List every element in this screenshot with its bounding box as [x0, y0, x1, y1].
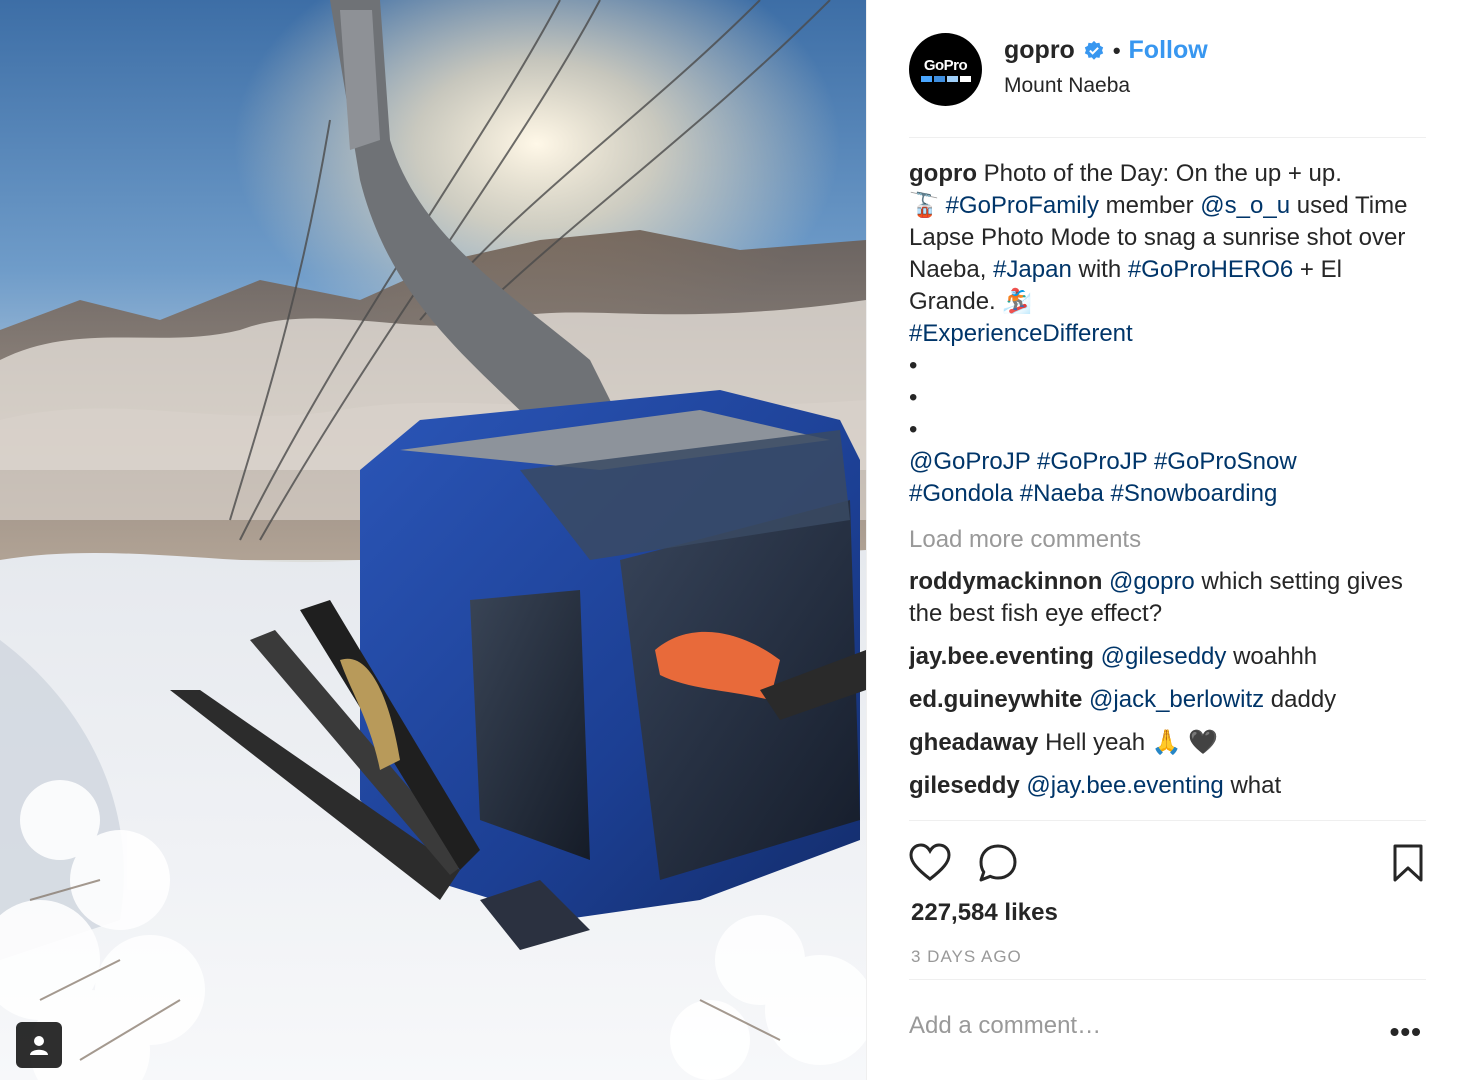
caption-text: with: [1071, 256, 1128, 283]
header-username[interactable]: gopro: [1004, 36, 1075, 65]
header-separator: •: [1112, 37, 1121, 63]
follow-button[interactable]: Follow: [1129, 36, 1208, 65]
snowboarder-emoji: 🏂: [1002, 288, 1033, 315]
person-icon: [30, 1036, 48, 1055]
avatar-logo-bar: [920, 76, 971, 82]
avatar-logo-text: GoPro: [923, 57, 968, 74]
caption: gopro Photo of the Day: On the up + up. …: [909, 158, 1426, 510]
hashtag-link[interactable]: #Snowboarding: [1111, 480, 1278, 507]
comment-item: gileseddy @jay.bee.eventing what: [909, 770, 1426, 802]
verified-badge-icon: [1084, 40, 1103, 60]
comment-username[interactable]: gileseddy: [909, 772, 1020, 799]
location-link[interactable]: Mount Naeba: [1004, 74, 1130, 98]
caption-username[interactable]: gopro: [909, 160, 977, 187]
comment-username[interactable]: ed.guineywhite: [909, 686, 1082, 713]
add-comment-bar: •••: [909, 1000, 1426, 1060]
bullet-line: •: [909, 352, 918, 379]
mention-link[interactable]: @gileseddy: [1101, 643, 1227, 670]
more-options-button[interactable]: •••: [1390, 1016, 1422, 1048]
hashtag-link[interactable]: #Japan: [993, 256, 1072, 283]
comment-item: jay.bee.eventing @gileseddy woahhh: [909, 641, 1426, 673]
hashtag-link[interactable]: #ExperienceDifferent: [909, 320, 1133, 347]
comment-item: gheadaway Hell yeah 🙏 🖤: [909, 727, 1426, 759]
aerial-tramway-emoji: 🚡: [909, 192, 939, 219]
bullet-line: •: [909, 384, 918, 411]
bullet-line: •: [909, 416, 918, 443]
comment-item: ed.guineywhite @jack_berlowitz daddy: [909, 684, 1426, 716]
mention-link[interactable]: @s_o_u: [1200, 192, 1290, 219]
comment-item: roddymackinnon @gopro which setting give…: [909, 566, 1426, 630]
mention-link[interactable]: @gopro: [1109, 568, 1195, 595]
hashtag-link[interactable]: #GoProSnow: [1154, 448, 1297, 475]
comment-username[interactable]: jay.bee.eventing: [909, 643, 1094, 670]
post-timestamp[interactable]: 3 DAYS AGO: [911, 947, 1022, 967]
action-icons: [909, 843, 1019, 883]
comment-username[interactable]: gheadaway: [909, 729, 1038, 756]
comment-text: woahhh: [1226, 643, 1318, 670]
post-view: GoPro gopro • Follow Mount Naeba gopro P…: [0, 0, 1466, 1080]
load-more-comments-button[interactable]: Load more comments: [909, 524, 1426, 556]
post-side-panel: GoPro gopro • Follow Mount Naeba gopro P…: [866, 0, 1466, 1080]
comment-text: what: [1223, 772, 1282, 799]
hashtag-link[interactable]: #Naeba: [1020, 480, 1104, 507]
tagged-people-button[interactable]: [16, 1022, 62, 1068]
post-header: GoPro gopro • Follow Mount Naeba: [909, 30, 1426, 138]
caption-text: member: [1098, 192, 1201, 219]
header-name-row: gopro • Follow: [1004, 36, 1208, 65]
comment-icon[interactable]: [977, 843, 1019, 883]
comment-input[interactable]: [909, 1012, 1349, 1040]
mention-link[interactable]: @jack_berlowitz: [1089, 686, 1264, 713]
heart-icon[interactable]: [909, 843, 951, 883]
gondola-photo-illustration: [0, 0, 866, 1080]
like-count[interactable]: 227,584 likes: [911, 899, 1058, 927]
post-photo[interactable]: [0, 0, 866, 1080]
bookmark-icon[interactable]: [1392, 843, 1424, 883]
caption-text: Photo of the Day: On the up + up.: [983, 160, 1342, 187]
mention-link[interactable]: @jay.bee.eventing: [1026, 772, 1223, 799]
comments-list[interactable]: gopro Photo of the Day: On the up + up. …: [909, 158, 1426, 818]
hashtag-link[interactable]: #Gondola: [909, 480, 1013, 507]
hashtag-link[interactable]: #GoProHERO6: [1128, 256, 1293, 283]
avatar[interactable]: GoPro: [909, 33, 982, 106]
hashtag-link[interactable]: #GoProFamily: [946, 192, 1099, 219]
hashtag-link[interactable]: #GoProJP: [1037, 448, 1147, 475]
mention-link[interactable]: @GoProJP: [909, 448, 1030, 475]
comment-text: daddy: [1264, 686, 1337, 713]
post-actions: 227,584 likes 3 DAYS AGO: [909, 820, 1426, 980]
comment-username[interactable]: roddymackinnon: [909, 568, 1102, 595]
comment-text: Hell yeah 🙏 🖤: [1045, 729, 1219, 756]
